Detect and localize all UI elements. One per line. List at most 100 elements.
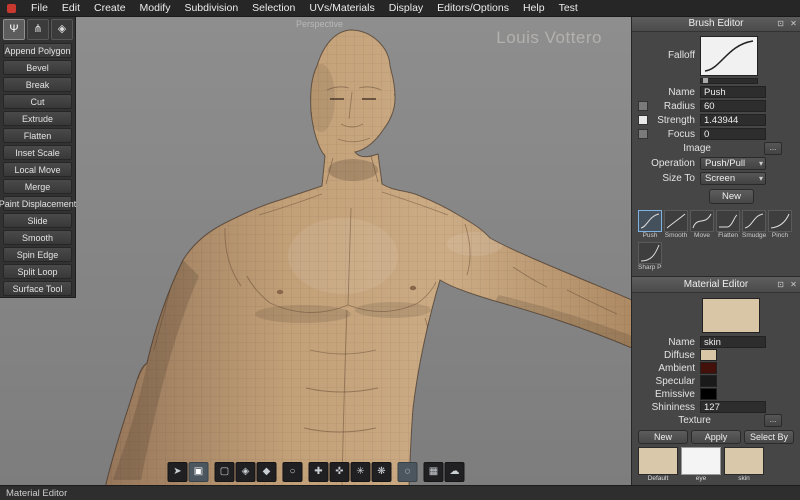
rotate-axis-icon[interactable]: ✜ [329,462,350,482]
material-list: Default eye skin [638,447,794,483]
app-icon [7,3,16,13]
menu-item-create[interactable]: Create [87,0,133,16]
diffuse-color-swatch[interactable] [700,349,717,361]
menu-item-test[interactable]: Test [552,0,585,16]
right-panel: Brush Editor ⊡ ✕ Falloff Name Push Radiu… [631,16,800,486]
specular-color-swatch[interactable] [700,375,717,387]
strength-field[interactable] [700,114,766,126]
brush-preset-move[interactable]: Move [690,210,714,240]
tool-inset-scale[interactable]: Inset Scale [3,145,72,160]
new-material-button[interactable]: New [638,430,688,444]
viewport-canvas[interactable]: Perspective Louis Vottero ➤ ▣ ▢ ◈ ◆ ○ ✚ … [0,16,632,486]
falloff-curve[interactable] [700,36,758,76]
tool-local-move[interactable]: Local Move [3,162,72,177]
select-by-button[interactable]: Select By [744,430,794,444]
material-name-field[interactable] [700,336,766,348]
brush-preset-sharp-push[interactable]: Sharp Push [638,242,662,272]
model-scene [0,16,632,486]
tool-split-loop[interactable]: Split Loop [3,264,72,279]
specular-label: Specular [655,375,695,387]
tool-merge[interactable]: Merge [3,179,72,194]
close-panel-icon[interactable]: ✕ [787,277,800,292]
close-panel-icon[interactable]: ✕ [787,16,800,31]
chevron-down-icon: ▾ [758,159,763,168]
operation-label: Operation [651,158,695,169]
tool-mode-row: Ψ ⋔ ◈ [3,19,73,40]
brush-preset-pinch[interactable]: Pinch [768,210,792,240]
material-name-label: Name [668,336,695,348]
menu-item-uvs-materials[interactable]: UVs/Materials [302,0,381,16]
operation-dropdown[interactable]: Push/Pull ▾ [700,157,766,170]
brush-preset-smooth[interactable]: Smooth [664,210,688,240]
size-to-label: Size To [662,173,695,184]
size-to-dropdown[interactable]: Screen ▾ [700,172,766,185]
material-preview-swatch[interactable] [702,298,760,333]
tool-bevel[interactable]: Bevel [3,60,72,75]
radius-label: Radius [663,100,695,112]
brush-preset-push[interactable]: Push [638,210,662,240]
cloud-brush-icon[interactable]: ☁ [444,462,465,482]
brush-preset-smudge[interactable]: Smudge [742,210,766,240]
material-editor-header[interactable]: Material Editor ⊡ ✕ [632,277,800,293]
brush-editor-panel: Brush Editor ⊡ ✕ Falloff Name Push Radiu… [632,16,800,276]
apply-material-button[interactable]: Apply [691,430,741,444]
brush-editor-header[interactable]: Brush Editor ⊡ ✕ [632,16,800,32]
float-panel-icon[interactable]: ⊡ [774,16,787,31]
strength-checkbox[interactable] [638,115,648,125]
material-item-skin[interactable]: skin [724,447,764,483]
menu-item-editors-options[interactable]: Editors/Options [430,0,516,16]
sculpt-brush-tool-icon[interactable]: Ψ [3,19,25,40]
lasso-select-icon[interactable]: ◌ [397,462,418,482]
focus-checkbox[interactable] [638,129,648,139]
menu-item-file[interactable]: File [24,0,55,16]
magnet-tool-icon[interactable]: ◈ [51,19,73,40]
tool-paint-displacement[interactable]: Paint Displacement [0,196,76,211]
polygon-mode-icon[interactable]: ◆ [256,462,277,482]
menu-item-edit[interactable]: Edit [55,0,87,16]
viewport-label: Perspective [296,19,344,29]
vertex-mode-icon[interactable]: ▢ [214,462,235,482]
tool-extrude[interactable]: Extrude [3,111,72,126]
tool-smooth[interactable]: Smooth [3,230,72,245]
brush-preset-flatten[interactable]: Flatten [716,210,740,240]
tool-slide[interactable]: Slide [3,213,72,228]
menu-item-help[interactable]: Help [516,0,552,16]
tool-surface-tool[interactable]: Surface Tool [3,281,72,296]
radius-checkbox[interactable] [638,101,648,111]
marquee-select-icon[interactable]: ▦ [423,462,444,482]
chevron-down-icon: ▾ [758,174,763,183]
select-tool-icon[interactable]: ➤ [167,462,188,482]
scale-axis-icon[interactable]: ✳ [350,462,371,482]
tool-flatten[interactable]: Flatten [3,128,72,143]
float-panel-icon[interactable]: ⊡ [774,277,787,292]
material-item-eye[interactable]: eye [681,447,721,483]
tool-break[interactable]: Break [3,77,72,92]
tool-spin-edge[interactable]: Spin Edge [3,247,72,262]
object-mode-icon[interactable]: ▣ [188,462,209,482]
falloff-label: Falloff [667,50,695,61]
tool-append-polygon[interactable]: Append Polygon [3,43,72,58]
focus-field[interactable] [700,128,766,140]
material-item-default[interactable]: Default [638,447,678,483]
menu-item-selection[interactable]: Selection [245,0,302,16]
skeleton-tool-icon[interactable]: ⋔ [27,19,49,40]
texture-browse-button[interactable]: ... [764,413,782,427]
strength-label: Strength [657,114,695,126]
ambient-color-swatch[interactable] [700,362,717,374]
menu-item-subdivision[interactable]: Subdivision [177,0,245,16]
snap-toggle-icon[interactable]: ❋ [371,462,392,482]
tool-cut[interactable]: Cut [3,94,72,109]
brush-name-field[interactable] [700,86,766,98]
falloff-slider[interactable] [700,78,758,84]
subdivision-toggle-icon[interactable]: ○ [282,462,303,482]
texture-label: Texture [678,414,711,426]
menu-item-display[interactable]: Display [382,0,430,16]
image-browse-button[interactable]: ... [764,142,782,155]
radius-field[interactable] [700,100,766,112]
shininess-field[interactable] [700,401,766,413]
menu-item-modify[interactable]: Modify [133,0,178,16]
edge-mode-icon[interactable]: ◈ [235,462,256,482]
emissive-color-swatch[interactable] [700,388,717,400]
move-axis-icon[interactable]: ✚ [308,462,329,482]
new-brush-button[interactable]: New [708,189,754,204]
